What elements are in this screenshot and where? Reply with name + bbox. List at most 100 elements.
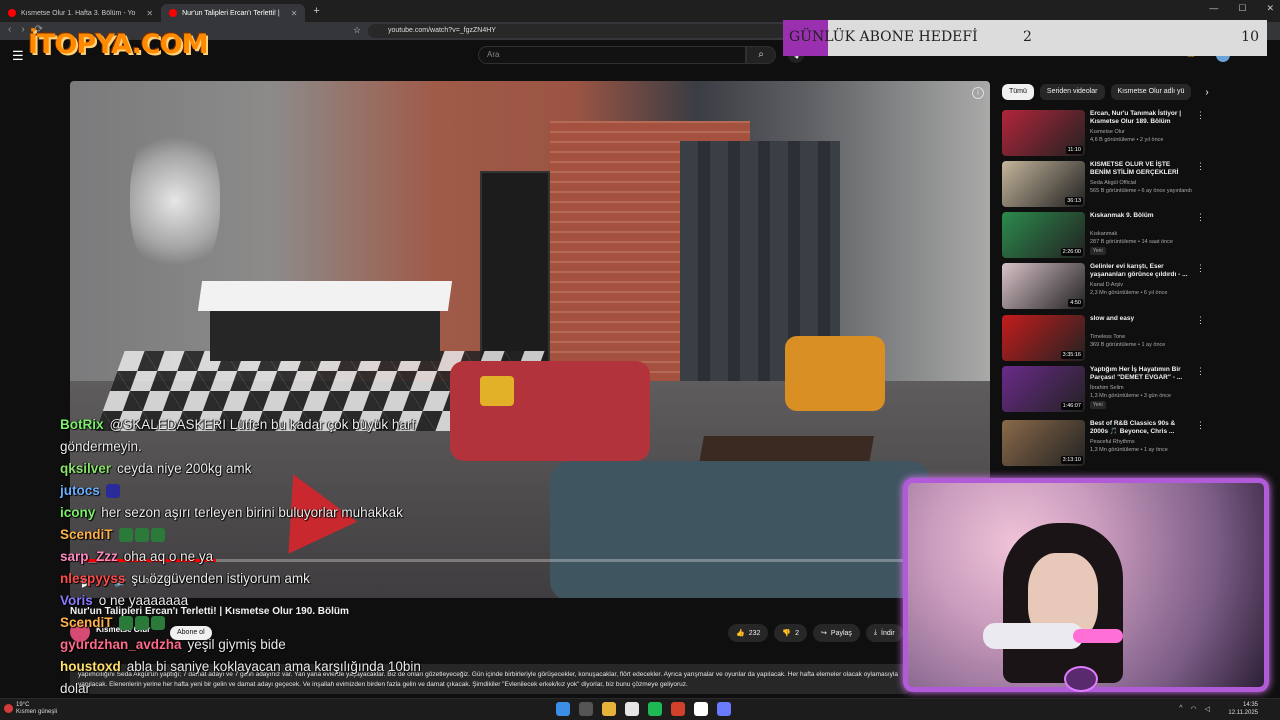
recommended-title[interactable]: KISMETSE OLUR VE İŞTE BENİM STİLİM GERÇE… xyxy=(1090,161,1190,177)
search-taskbar-icon[interactable] xyxy=(579,702,593,716)
youtube-favicon-icon xyxy=(8,9,16,17)
recommended-meta: 565 B görüntüleme • 6 ay önce yayınlandı xyxy=(1090,188,1192,194)
more-options-icon[interactable]: ⋮ xyxy=(1196,110,1205,121)
download-button[interactable]: ⤓ İndir xyxy=(865,624,903,642)
recommended-channel[interactable]: Timeless Tone xyxy=(1090,334,1125,340)
file-explorer-icon[interactable] xyxy=(602,702,616,716)
chat-username: icony xyxy=(60,505,96,520)
brave-icon[interactable] xyxy=(671,702,685,716)
video-thumbnail[interactable]: 1:46:07 xyxy=(1002,366,1085,412)
chat-message: icony her sezon aşırı terleyen birini bul… xyxy=(60,502,470,524)
chevron-right-icon[interactable]: › xyxy=(1205,87,1208,98)
recommended-video[interactable]: 4:50 Gelinler evi karıştı, Eser yaşananla… xyxy=(1002,263,1205,309)
recommended-video[interactable]: 3:13:10 Best of R&B Classics 90s & 2000s … xyxy=(1002,420,1205,466)
video-duration: 3:13:10 xyxy=(1060,456,1083,464)
video-duration: 2:26:00 xyxy=(1060,248,1083,256)
video-thumbnail[interactable]: 36:13 xyxy=(1002,161,1085,207)
chrome-icon[interactable] xyxy=(625,702,639,716)
like-count: 232 xyxy=(748,629,761,637)
recommended-title[interactable]: slow and easy xyxy=(1090,315,1190,323)
video-thumbnail[interactable]: 3:13:10 xyxy=(1002,420,1085,466)
thumbs-down-icon: 👎 xyxy=(782,630,792,637)
tray-chevron-icon[interactable]: ^ xyxy=(1179,705,1182,713)
browser-tab[interactable]: Kısmetse Olur 1. Hafta 3. Bölüm - Yo ✕ xyxy=(0,4,161,22)
webcam-frame-badge xyxy=(1064,666,1098,692)
maximize-icon[interactable]: ☐ xyxy=(1238,3,1246,14)
chat-message: nlespyyss şu özgüvenden istiyorum amk xyxy=(60,568,470,590)
chat-text: ceyda niye 200kg amk xyxy=(117,461,252,476)
video-thumbnail[interactable]: 11:10 xyxy=(1002,110,1085,156)
search-icon[interactable]: ⌕ xyxy=(746,46,776,64)
recommended-channel[interactable]: Kıskanmak xyxy=(1090,231,1117,237)
sponsor-logo-text: İTOPYA.COM xyxy=(28,29,208,60)
url-field[interactable]: youtube.com/watch?v=_fgzZN4HY xyxy=(368,24,788,38)
recommended-title[interactable]: Best of R&B Classics 90s & 2000s 🎵 Beyon… xyxy=(1090,420,1190,436)
like-button[interactable]: 👍 232 xyxy=(728,624,769,642)
start-icon[interactable] xyxy=(556,702,570,716)
minimize-icon[interactable]: — xyxy=(1209,3,1218,14)
chat-username: houstoxd xyxy=(60,659,121,674)
chat-message: jutocs xyxy=(60,480,470,502)
recommended-channel[interactable]: Kanal D Arşiv xyxy=(1090,282,1123,288)
wifi-icon[interactable]: ◠ xyxy=(1191,705,1197,713)
close-tab-icon[interactable]: ✕ xyxy=(291,9,298,18)
system-clock[interactable]: 14:35 12.11.2025 xyxy=(1228,701,1258,717)
chat-text: dolar xyxy=(60,681,91,696)
weather-widget[interactable]: 19°C Kısmen güneşli xyxy=(4,702,57,716)
hamburger-menu-icon[interactable]: ☰ xyxy=(12,48,24,64)
browser-tab-active[interactable]: Nur'un Talipleri Ercan'ı Terletti! | ✕ xyxy=(161,4,306,22)
chip-series[interactable]: Seriden videolar xyxy=(1039,84,1105,100)
recommended-video[interactable]: 36:13 KISMETSE OLUR VE İŞTE BENİM STİLİM … xyxy=(1002,161,1205,207)
recommended-video[interactable]: 2:26:00 Kıskanmak 9. Bölüm Kıskanmak 287 B … xyxy=(1002,212,1205,258)
filter-chips: Tümü Seriden videolar Kısmetse Olur adlı… xyxy=(1002,84,1209,100)
search-input[interactable]: Ara xyxy=(478,46,746,64)
webcam-overlay xyxy=(903,478,1269,692)
recommended-video[interactable]: 11:10 Ercan, Nur'u Tanımak İstiyor | Kısm… xyxy=(1002,110,1205,156)
chat-username: nlespyyss xyxy=(60,571,126,586)
recommended-meta: 4,6 B görüntüleme • 2 yıl önce xyxy=(1090,137,1164,143)
more-options-icon[interactable]: ⋮ xyxy=(1196,212,1205,223)
new-tab-icon[interactable]: + xyxy=(313,5,319,17)
goal-target: 10 xyxy=(1241,29,1259,45)
chat-message: göndermeyin. xyxy=(60,436,470,458)
close-window-icon[interactable]: ✕ xyxy=(1266,3,1274,14)
more-options-icon[interactable]: ⋮ xyxy=(1196,161,1205,172)
close-tab-icon[interactable]: ✕ xyxy=(146,9,153,18)
video-duration: 4:50 xyxy=(1068,299,1083,307)
more-options-icon[interactable]: ⋮ xyxy=(1196,263,1205,274)
chip-channel[interactable]: Kısmetse Olur adlı yü xyxy=(1110,84,1192,100)
more-options-icon[interactable]: ⋮ xyxy=(1196,420,1205,431)
recommended-channel[interactable]: Peaceful Rhythms xyxy=(1090,439,1135,445)
recommended-channel[interactable]: İbrahim Selim xyxy=(1090,385,1124,391)
recommended-video[interactable]: 3:35:16 slow and easy Timeless Tone 369 B g… xyxy=(1002,315,1205,361)
video-thumbnail[interactable]: 4:50 xyxy=(1002,263,1085,309)
share-button[interactable]: ↪ Paylaş xyxy=(813,624,860,642)
recommended-title[interactable]: Ercan, Nur'u Tanımak İstiyor | Kısmetse … xyxy=(1090,110,1190,126)
more-options-icon[interactable]: ⋮ xyxy=(1196,366,1205,377)
chat-message: sarp_Zzz oha aq o ne ya xyxy=(60,546,470,568)
chat-text: şu özgüvenden istiyorum amk xyxy=(131,571,310,586)
notion-icon[interactable] xyxy=(694,702,708,716)
chat-emote-icon xyxy=(105,484,120,499)
recommended-title[interactable]: Gelinler evi karıştı, Eser yaşananları g… xyxy=(1090,263,1190,279)
info-icon[interactable]: i xyxy=(972,87,984,99)
more-options-icon[interactable]: ⋮ xyxy=(1196,315,1205,326)
recommended-meta: 369 B görüntüleme • 1 ay önce xyxy=(1090,342,1166,348)
discord-icon[interactable] xyxy=(717,702,731,716)
chat-username: BotRix xyxy=(60,417,104,432)
recommended-title[interactable]: Yaptığım Her İş Hayatımın Bir Parçası! "… xyxy=(1090,366,1190,382)
dislike-button[interactable]: 👎 2 xyxy=(774,624,808,642)
recommended-channel[interactable]: Kısmetse Olur xyxy=(1090,129,1125,135)
bookmark-icon[interactable]: ☆ xyxy=(353,25,361,36)
speaker-icon[interactable]: ◁ xyxy=(1205,705,1210,713)
recommended-channel[interactable]: Seda Akgül Official xyxy=(1090,180,1136,186)
video-thumbnail[interactable]: 2:26:00 xyxy=(1002,212,1085,258)
video-thumbnail[interactable]: 3:35:16 xyxy=(1002,315,1085,361)
new-badge: Yeni xyxy=(1090,247,1106,255)
recommended-video[interactable]: 1:46:07 Yaptığım Her İş Hayatımın Bir Par… xyxy=(1002,366,1205,412)
recommended-title[interactable]: Kıskanmak 9. Bölüm xyxy=(1090,212,1190,220)
chat-emote-icon xyxy=(150,616,165,631)
spotify-icon[interactable] xyxy=(648,702,662,716)
chip-all[interactable]: Tümü xyxy=(1002,84,1034,100)
recommended-meta: 287 B görüntüleme • 14 saat önce xyxy=(1090,239,1173,245)
